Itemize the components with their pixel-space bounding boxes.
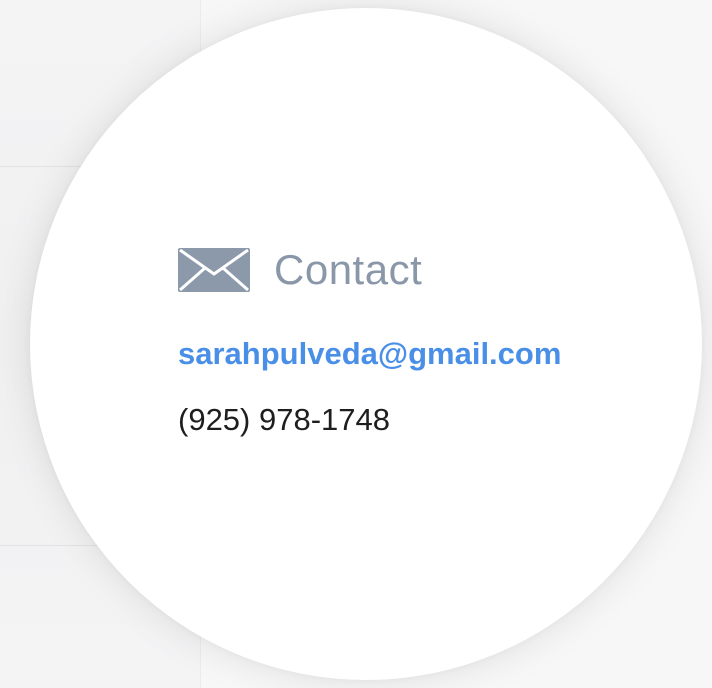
phone-number: (925) 978-1748: [178, 402, 390, 437]
email-link[interactable]: sarahpulveda@gmail.com: [178, 334, 658, 374]
contact-title: Contact: [274, 246, 423, 293]
contact-heading: Contact: [178, 242, 658, 298]
envelope-icon: [178, 248, 250, 292]
contact-section: Contact sarahpulveda@gmail.com (925) 978…: [178, 242, 658, 440]
